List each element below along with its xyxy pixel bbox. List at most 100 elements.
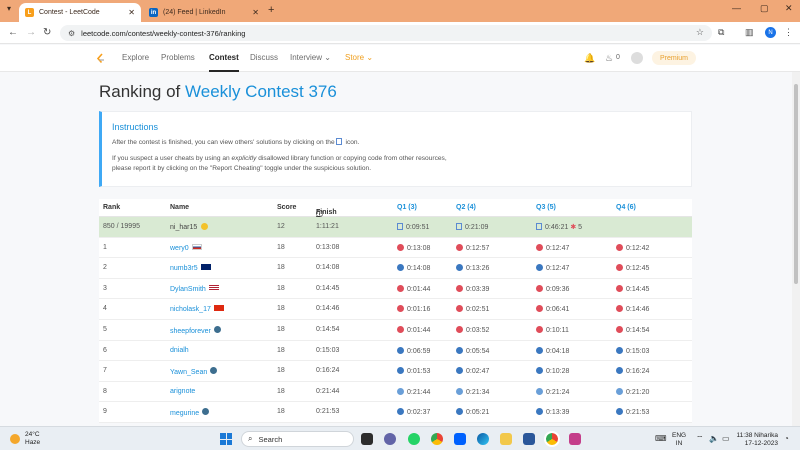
tab-linkedin[interactable]: in (24) Feed | LinkedIn ✕: [143, 3, 265, 22]
question-time-cell[interactable]: 0:02:51: [456, 305, 489, 313]
battery-icon[interactable]: ▭: [722, 434, 730, 443]
url-text[interactable]: leetcode.com/contest/weekly-contest-376/…: [81, 29, 245, 38]
question-time-cell[interactable]: 0:12:42: [616, 243, 649, 252]
question-time-cell[interactable]: 0:14:54: [616, 325, 649, 334]
wifi-icon[interactable]: ⌔: [696, 434, 704, 444]
question-time-cell[interactable]: 0:13:08: [397, 243, 430, 252]
whatsapp-icon[interactable]: [408, 433, 420, 445]
question-time-cell[interactable]: 0:21:34: [456, 387, 489, 396]
question-time-cell[interactable]: 0:10:28: [536, 367, 569, 375]
header-q2[interactable]: Q2 (4): [456, 204, 476, 211]
task-view-icon[interactable]: [361, 433, 373, 445]
chrome-icon[interactable]: [431, 433, 443, 445]
profile-avatar[interactable]: N: [765, 27, 776, 38]
question-time-cell[interactable]: 0:14:46: [616, 305, 649, 313]
nav-interview[interactable]: Interview ⌄: [290, 53, 331, 62]
question-time-cell[interactable]: 0:01:53: [397, 367, 430, 375]
my-q3[interactable]: 0:46:21 ✱ 5: [536, 223, 582, 231]
question-time-cell[interactable]: 0:13:26: [456, 264, 489, 272]
chrome-active-icon[interactable]: [544, 431, 560, 447]
clock[interactable]: 11:38 Niharika 17-12-2023: [736, 432, 778, 448]
address-bar[interactable]: ⚙ leetcode.com/contest/weekly-contest-37…: [60, 25, 712, 41]
close-tab-icon[interactable]: ✕: [252, 8, 259, 17]
streak-fire-icon[interactable]: ♨: [605, 53, 613, 64]
question-time-cell[interactable]: 0:21:20: [616, 387, 649, 396]
question-time-cell[interactable]: 0:14:08: [397, 264, 430, 272]
nav-discuss[interactable]: Discuss: [250, 53, 278, 62]
username-link[interactable]: Yawn_Sean: [170, 367, 218, 376]
question-time-cell[interactable]: 0:03:39: [456, 284, 489, 293]
taskbar-search[interactable]: ⌕ Search: [241, 431, 354, 447]
question-time-cell[interactable]: 0:06:41: [536, 305, 569, 313]
volume-icon[interactable]: 🔈: [709, 434, 719, 443]
back-icon[interactable]: ←: [8, 27, 18, 38]
question-time-cell[interactable]: 0:02:47: [456, 367, 489, 375]
keyboard-icon[interactable]: ⌨: [655, 434, 667, 443]
language-indicator[interactable]: ENG IN: [672, 432, 686, 448]
my-name[interactable]: ni_har15: [170, 223, 211, 231]
question-time-cell[interactable]: 0:21:44: [397, 387, 430, 396]
tab-search-icon[interactable]: ▾: [7, 4, 19, 16]
question-time-cell[interactable]: 0:14:45: [616, 284, 649, 293]
dropbox-icon[interactable]: [454, 433, 466, 445]
question-time-cell[interactable]: 0:10:11: [536, 325, 569, 334]
question-time-cell[interactable]: 0:05:54: [456, 346, 489, 355]
question-time-cell[interactable]: 0:12:47: [536, 243, 569, 252]
weather-widget[interactable]: 24°C Haze: [10, 431, 40, 447]
question-time-cell[interactable]: 0:16:24: [616, 367, 649, 375]
nav-problems[interactable]: Problems: [161, 53, 195, 62]
header-q1[interactable]: Q1 (3): [397, 204, 417, 211]
windows-start-icon[interactable]: [220, 433, 232, 445]
close-tab-icon[interactable]: ✕: [128, 8, 135, 17]
header-q3[interactable]: Q3 (5): [536, 204, 556, 211]
question-time-cell[interactable]: 0:01:16: [397, 305, 430, 313]
question-time-cell[interactable]: 0:12:45: [616, 264, 649, 272]
username-link[interactable]: numb3r5: [170, 264, 211, 272]
question-time-cell[interactable]: 0:15:03: [616, 346, 649, 355]
question-time-cell[interactable]: 0:21:53: [616, 408, 649, 416]
contest-link[interactable]: Weekly Contest 376: [185, 82, 337, 101]
nav-explore[interactable]: Explore: [122, 53, 149, 62]
question-time-cell[interactable]: 0:04:18: [536, 346, 569, 355]
extensions-icon[interactable]: ⧉: [718, 27, 724, 38]
user-avatar[interactable]: [631, 52, 643, 64]
username-link[interactable]: DylanSmith: [170, 284, 219, 293]
username-link[interactable]: sheepforever: [170, 325, 221, 335]
username-link[interactable]: wery0: [170, 243, 202, 252]
notification-bell-icon[interactable]: 🔔: [584, 53, 595, 64]
edge-icon[interactable]: [477, 433, 489, 445]
page-scrollbar[interactable]: [792, 72, 800, 426]
username-link[interactable]: megurine: [170, 408, 210, 417]
teams-chat-icon[interactable]: [384, 433, 396, 445]
tab-contest-leetcode[interactable]: L Contest - LeetCode ✕: [19, 3, 141, 22]
scrollbar-thumb[interactable]: [794, 84, 798, 284]
question-time-cell[interactable]: 0:01:44: [397, 325, 430, 334]
forward-icon[interactable]: →: [26, 27, 36, 38]
leetcode-logo-icon[interactable]: [96, 53, 106, 65]
nav-store[interactable]: Store ⌄: [345, 53, 373, 62]
snipping-tool-icon[interactable]: [569, 433, 581, 445]
question-time-cell[interactable]: 0:02:37: [397, 408, 430, 416]
username-link[interactable]: dnialh: [170, 347, 189, 354]
sidebar-icon[interactable]: ▥: [745, 27, 754, 38]
menu-kebab-icon[interactable]: ⋮: [784, 27, 793, 38]
maximize-icon[interactable]: ▢: [760, 3, 769, 14]
bookmark-star-icon[interactable]: ☆: [696, 27, 704, 38]
question-time-cell[interactable]: 0:01:44: [397, 284, 430, 293]
question-time-cell[interactable]: 0:09:36: [536, 284, 569, 293]
my-q2[interactable]: 0:21:09: [456, 223, 488, 231]
close-window-icon[interactable]: ✕: [785, 3, 793, 14]
site-info-icon[interactable]: ⚙: [68, 29, 75, 38]
question-time-cell[interactable]: 0:13:39: [536, 408, 569, 416]
question-time-cell[interactable]: 0:03:52: [456, 325, 489, 334]
reload-icon[interactable]: ↻: [43, 27, 51, 38]
new-tab-icon[interactable]: +: [268, 4, 274, 16]
premium-button[interactable]: Premium: [652, 51, 696, 65]
file-explorer-icon[interactable]: [500, 433, 512, 445]
question-time-cell[interactable]: 0:21:24: [536, 387, 569, 396]
nav-contest[interactable]: Contest: [209, 53, 239, 72]
question-time-cell[interactable]: 0:06:59: [397, 346, 430, 355]
question-time-cell[interactable]: 0:05:21: [456, 408, 489, 416]
username-link[interactable]: nicholask_17: [170, 305, 224, 313]
notifications-icon[interactable]: ◔: [784, 434, 789, 443]
